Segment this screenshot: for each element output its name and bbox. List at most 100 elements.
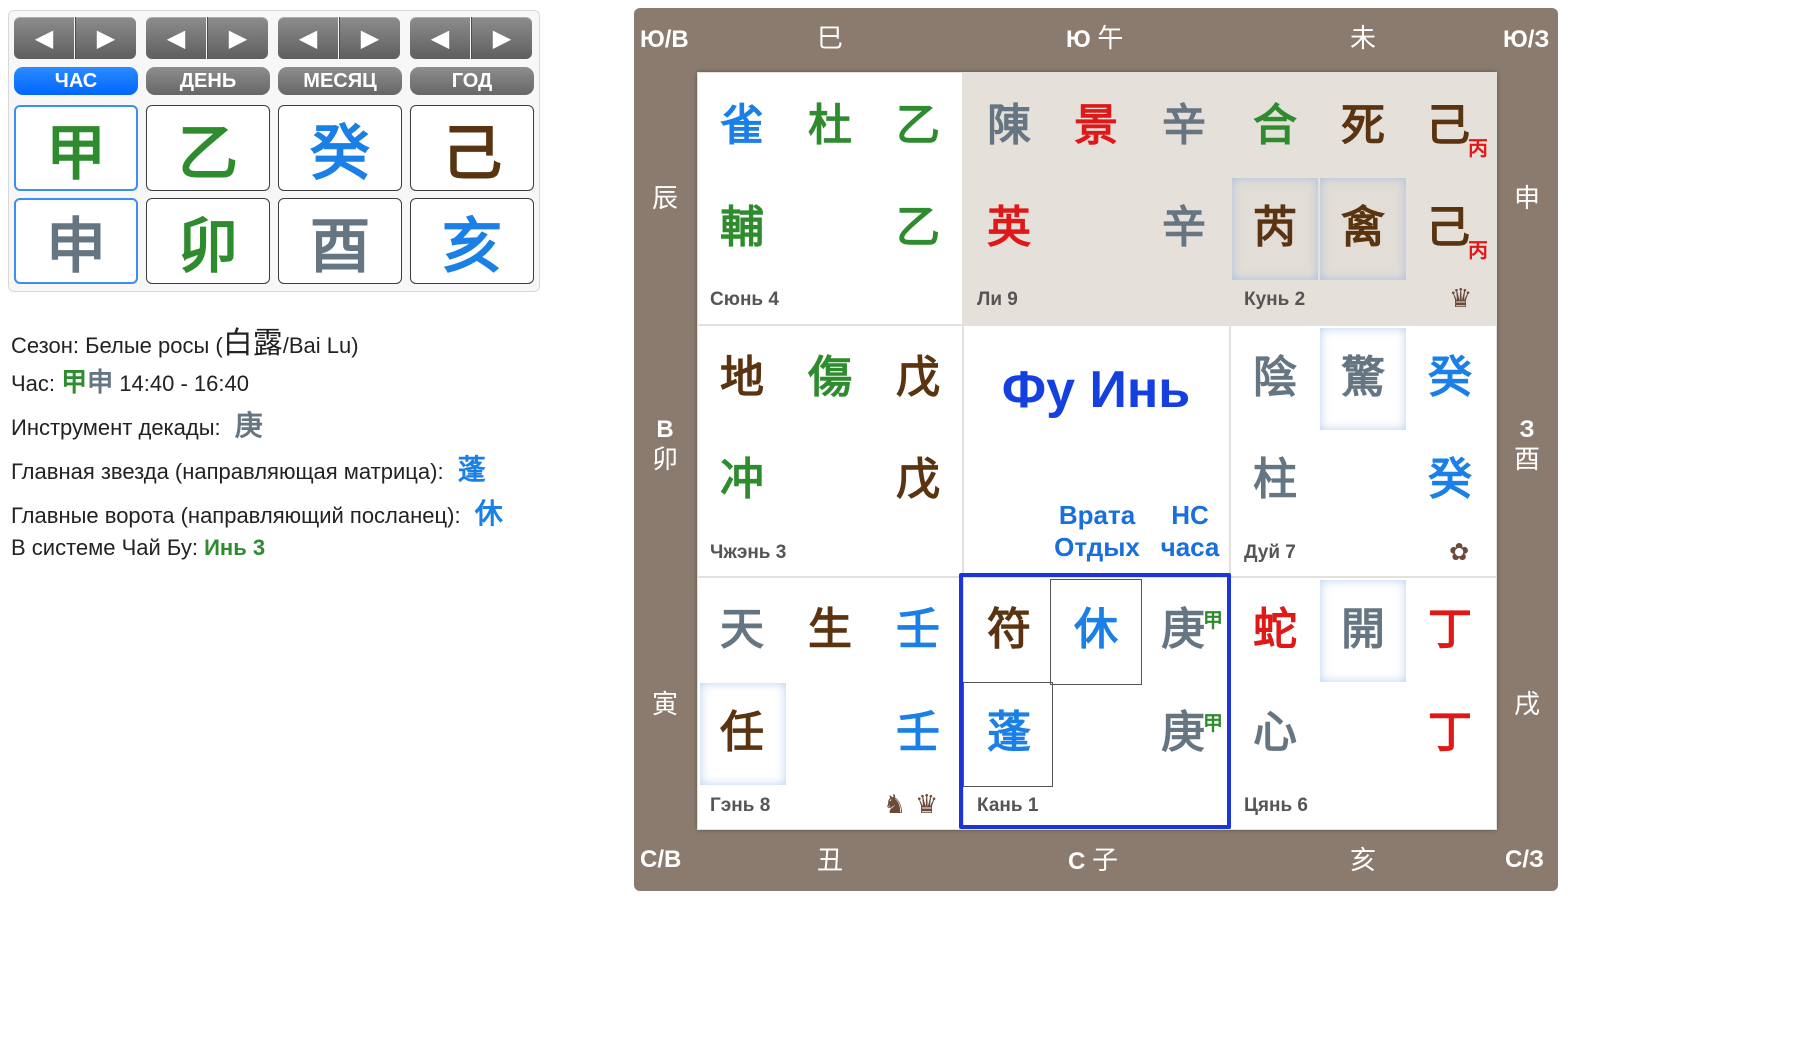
arrow-left-icon: ◀ bbox=[430, 24, 450, 52]
star-glyph: 冲 bbox=[720, 454, 764, 505]
hour-time: 14:40 - 16:40 bbox=[119, 371, 249, 396]
palace-name: Гэнь 8 bbox=[710, 795, 771, 816]
door-glyph: 生 bbox=[808, 604, 852, 655]
branch-si: 巳 bbox=[817, 24, 844, 54]
deity-glyph: 合 bbox=[1253, 100, 1297, 151]
star-glyph: 英 bbox=[987, 202, 1031, 253]
tab-hour[interactable]: ЧАС bbox=[14, 67, 138, 95]
flower-icon: ✿ bbox=[1449, 538, 1470, 566]
fu-yin-title: Фу Инь bbox=[1001, 361, 1191, 419]
year-branch-cell[interactable]: 亥 bbox=[410, 198, 534, 284]
palace-name: Сюнь 4 bbox=[710, 289, 779, 310]
door-value: 休 bbox=[474, 497, 503, 530]
year-prev-button[interactable]: ◀ bbox=[410, 17, 470, 59]
heaven-stem: 己 bbox=[1426, 100, 1470, 151]
chaibu-value: Инь 3 bbox=[204, 535, 266, 560]
earth-stem-glyph: 壬 bbox=[896, 707, 940, 758]
heaven-stem-glyph: 辛 bbox=[1162, 100, 1206, 151]
branch-you: 酉 bbox=[1514, 444, 1541, 475]
crown-icon: ♛ bbox=[915, 790, 939, 820]
south-label: Ю 午 bbox=[1066, 24, 1123, 55]
deity-glyph: 天 bbox=[720, 604, 764, 655]
heaven-stem-glyph: 戊 bbox=[896, 352, 940, 403]
horse-icon: ♞ bbox=[883, 790, 907, 820]
earth-stem-glyph: 乙 bbox=[896, 202, 940, 253]
chaibu-label: В системе Чай Бу: bbox=[11, 535, 198, 560]
branch-wu: 午 bbox=[1097, 24, 1124, 54]
branch-chen: 辰 bbox=[652, 184, 679, 214]
crown-icon: ♛ bbox=[1449, 284, 1473, 314]
east-label: В卯 bbox=[652, 416, 678, 476]
branch-yin: 寅 bbox=[652, 690, 679, 720]
star-glyph: 任 bbox=[720, 707, 764, 758]
decade-line: Инструмент декады: 庚 bbox=[11, 404, 263, 444]
door-glyph: 傷 bbox=[808, 352, 852, 403]
heaven-stem-glyph: 乙 bbox=[896, 100, 940, 151]
month-stem-cell[interactable]: 癸 bbox=[278, 105, 402, 191]
deity-glyph: 地 bbox=[720, 352, 764, 403]
earth-stem-glyph: 辛 bbox=[1162, 202, 1206, 253]
year-stem-cell[interactable]: 己 bbox=[410, 105, 534, 191]
hour-branch-cell[interactable]: 申 bbox=[14, 198, 138, 284]
decade-label: Инструмент декады: bbox=[11, 415, 221, 440]
direction-e: В bbox=[656, 416, 674, 443]
door-glyph: 死 bbox=[1341, 100, 1385, 151]
decade-value: 庚 bbox=[234, 409, 263, 442]
arrow-left-icon: ◀ bbox=[34, 24, 54, 52]
year-next-button[interactable]: ▶ bbox=[471, 17, 532, 59]
hour-label: Час: bbox=[11, 371, 56, 396]
star-glyph: 柱 bbox=[1253, 454, 1297, 505]
hour-stem-cell[interactable]: 甲 bbox=[14, 105, 138, 191]
day-stem-cell[interactable]: 乙 bbox=[146, 105, 270, 191]
hour-next-button[interactable]: ▶ bbox=[75, 17, 136, 59]
day-branch-cell[interactable]: 卯 bbox=[146, 198, 270, 284]
branch-mao: 卯 bbox=[652, 444, 679, 475]
arrow-right-icon: ▶ bbox=[96, 24, 116, 52]
hidden-stem: 丙 bbox=[1468, 136, 1488, 160]
deity-glyph: 陳 bbox=[987, 100, 1031, 151]
deity-glyph: 雀 bbox=[720, 100, 764, 151]
month-branch-cell[interactable]: 酉 bbox=[278, 198, 402, 284]
branch-chou: 丑 bbox=[817, 846, 844, 876]
palace-name: Чжэнь 3 bbox=[710, 542, 787, 563]
day-next-button[interactable]: ▶ bbox=[207, 17, 268, 59]
tab-month[interactable]: МЕСЯЦ bbox=[278, 67, 402, 95]
palace-name: Ли 9 bbox=[977, 289, 1018, 310]
chaibu-line: В системе Чай Бу: Инь 3 bbox=[11, 535, 265, 561]
star-value: 蓬 bbox=[457, 453, 486, 486]
deity-glyph: 陰 bbox=[1253, 352, 1297, 403]
hour-prev-button[interactable]: ◀ bbox=[14, 17, 74, 59]
hour-branch: 申 bbox=[87, 368, 114, 398]
hour-line: Час: 甲申 14:40 - 16:40 bbox=[11, 362, 249, 399]
branch-zi: 子 bbox=[1092, 846, 1119, 876]
door-label: Главные ворота (направляющий посланец): bbox=[11, 503, 461, 528]
branch-wei: 未 bbox=[1350, 24, 1377, 54]
palace-name: Кунь 2 bbox=[1244, 289, 1306, 310]
gate-label: Врата Отдых bbox=[1054, 500, 1140, 562]
earth-stem-glyph: 己丙 bbox=[1418, 198, 1488, 262]
day-prev-button[interactable]: ◀ bbox=[146, 17, 206, 59]
direction-sw: Ю/З bbox=[1503, 26, 1550, 53]
month-next-button[interactable]: ▶ bbox=[339, 17, 400, 59]
earth-stem-glyph: 癸 bbox=[1428, 454, 1472, 505]
direction-se: Ю/В bbox=[640, 26, 689, 53]
tab-year[interactable]: ГОД bbox=[410, 67, 534, 95]
branch-hai: 亥 bbox=[1350, 846, 1377, 876]
direction-nw: С/З bbox=[1505, 846, 1545, 873]
tab-day[interactable]: ДЕНЬ bbox=[146, 67, 270, 95]
direction-w: З bbox=[1519, 416, 1535, 443]
hour-stem: 甲 bbox=[61, 368, 88, 398]
door-glyph: 開 bbox=[1341, 604, 1385, 655]
season-hanzi: 白露 bbox=[222, 326, 283, 361]
door-glyph: 杜 bbox=[808, 100, 852, 151]
selected-palace-frame bbox=[959, 573, 1231, 829]
season-suffix: /Bai Lu) bbox=[282, 333, 359, 358]
arrow-right-icon: ▶ bbox=[360, 24, 380, 52]
earth-stem: 己 bbox=[1426, 202, 1470, 253]
hidden-stem: 丙 bbox=[1468, 238, 1488, 262]
arrow-left-icon: ◀ bbox=[298, 24, 318, 52]
palace-name: Цянь 6 bbox=[1244, 795, 1308, 816]
hour-hs-label: НС часа bbox=[1160, 500, 1220, 562]
month-prev-button[interactable]: ◀ bbox=[278, 17, 338, 59]
heaven-stem-glyph: 己丙 bbox=[1418, 96, 1488, 160]
